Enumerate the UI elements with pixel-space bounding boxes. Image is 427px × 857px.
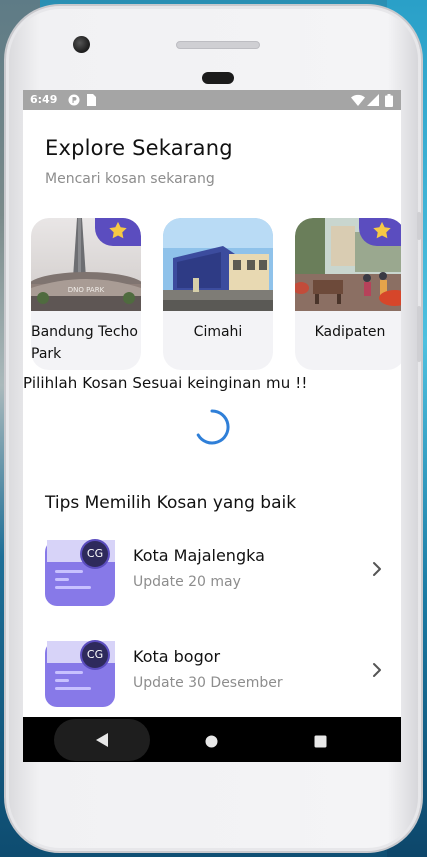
tip-thumbnail: CG xyxy=(45,633,119,707)
home-icon[interactable] xyxy=(205,733,218,752)
volume-button xyxy=(417,212,421,240)
tip-date: Update 20 may xyxy=(133,574,241,590)
recents-icon[interactable] xyxy=(314,733,327,752)
app-screen: 6:49 Explore Sekarang Mencari kosan seka… xyxy=(23,90,401,762)
page-subtitle: Mencari kosan sekarang xyxy=(45,171,215,187)
status-time: 6:49 xyxy=(30,93,58,106)
city-card[interactable]: Kadipaten xyxy=(295,218,401,370)
page-title: Explore Sekarang xyxy=(45,136,233,160)
wifi-icon xyxy=(351,94,365,109)
star-icon xyxy=(372,221,392,244)
svg-text:DNO PARK: DNO PARK xyxy=(68,286,105,294)
status-bar: 6:49 xyxy=(23,90,401,110)
power-button xyxy=(417,306,421,362)
star-icon xyxy=(108,221,128,244)
tip-list-item[interactable]: CG Kota bogor Update 30 Desember xyxy=(45,633,385,709)
featured-badge xyxy=(359,218,401,246)
chevron-right-icon[interactable] xyxy=(371,661,383,679)
city-carousel[interactable]: DNO PARK Bandung Techo Park Cimahi Kadip… xyxy=(31,218,401,370)
tip-list-item[interactable]: CG Kota Majalengka Update 20 may xyxy=(45,532,385,608)
android-nav-bar xyxy=(23,717,401,762)
tip-date: Update 30 Desember xyxy=(133,675,283,691)
tips-section-title: Tips Memilih Kosan yang baik xyxy=(45,493,297,513)
main-content: Explore Sekarang Mencari kosan sekarang xyxy=(23,110,401,717)
city-name: Cimahi xyxy=(193,324,243,340)
city-card[interactable]: Cimahi xyxy=(163,218,273,370)
tip-thumbnail: CG xyxy=(45,532,119,606)
front-camera xyxy=(73,36,90,53)
p-badge-icon xyxy=(68,94,80,109)
back-icon[interactable] xyxy=(95,732,109,752)
loading-spinner-icon xyxy=(193,408,231,446)
tip-badge-text: CG xyxy=(86,648,104,661)
earpiece-speaker xyxy=(176,41,260,49)
tip-title: Kota Majalengka xyxy=(133,546,265,565)
sim-card-icon xyxy=(86,94,96,109)
tip-badge-text: CG xyxy=(86,547,104,560)
city-photo xyxy=(295,218,401,311)
city-name: Bandung Techo Park xyxy=(31,324,138,362)
city-name: Kadipaten xyxy=(314,324,386,340)
tip-title: Kota bogor xyxy=(133,647,221,666)
signal-icon xyxy=(367,94,379,109)
proximity-sensor xyxy=(202,72,234,84)
chevron-right-icon[interactable] xyxy=(371,560,383,578)
city-photo: DNO PARK xyxy=(31,218,141,311)
featured-badge xyxy=(95,218,141,246)
battery-icon xyxy=(385,94,393,110)
prompt-text: Pilihlah Kosan Sesuai keinginan mu !! xyxy=(23,374,308,392)
city-card[interactable]: DNO PARK Bandung Techo Park xyxy=(31,218,141,370)
city-photo xyxy=(163,218,273,311)
